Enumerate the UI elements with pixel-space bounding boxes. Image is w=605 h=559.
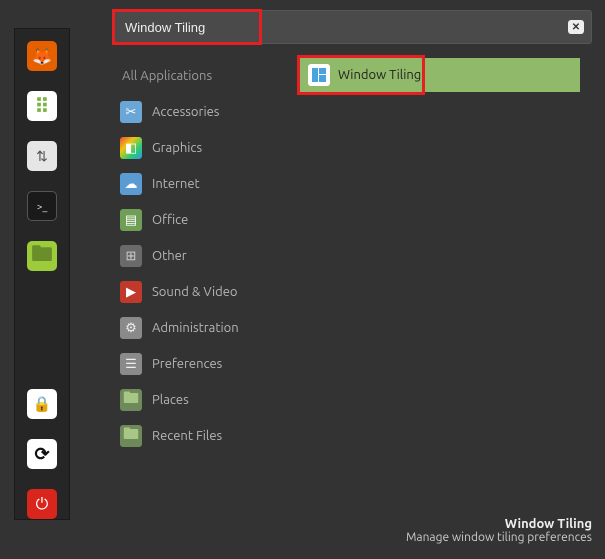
application-menu: ✕ All Applications ✂ Accessories ◧ Graph… [112,10,604,558]
category-label: Other [152,249,187,263]
power-icon[interactable]: ⏻ [27,489,57,519]
result-label: Window Tiling [338,68,421,82]
result-window-tiling[interactable]: Window Tiling [300,58,580,92]
cloud-icon: ☁ [120,173,142,195]
category-administration[interactable]: ⚙ Administration [112,310,284,346]
category-other[interactable]: ⊞ Other [112,238,284,274]
category-list: All Applications ✂ Accessories ◧ Graphic… [112,58,284,454]
category-label: Sound & Video [152,285,238,299]
category-label: Office [152,213,188,227]
category-label: Graphics [152,141,202,155]
category-graphics[interactable]: ◧ Graphics [112,130,284,166]
category-label: Places [152,393,189,407]
category-label: Recent Files [152,429,222,443]
results-list: Window Tiling [300,58,604,454]
tiling-icon [308,64,330,86]
recent-icon: 🖿 [120,425,142,447]
launcher-sidebar: 🦊 ⠿ ⇅ >_ 🖿 🔒 ⟳ ⏻ [14,28,70,520]
category-internet[interactable]: ☁ Internet [112,166,284,202]
grid-icon: ⊞ [120,245,142,267]
footer-title: Window Tiling [406,517,592,531]
category-accessories[interactable]: ✂ Accessories [112,94,284,130]
footer-description: Manage window tiling preferences [406,531,592,544]
category-label: Accessories [152,105,219,119]
settings-icon[interactable]: ⇅ [27,141,57,171]
admin-icon: ⚙ [120,317,142,339]
terminal-icon[interactable]: >_ [27,191,57,221]
category-recent-files[interactable]: 🖿 Recent Files [112,418,284,454]
category-label: Internet [152,177,200,191]
category-all-applications[interactable]: All Applications [112,58,284,94]
scissors-icon: ✂ [120,101,142,123]
search-input[interactable] [112,10,592,44]
restart-icon[interactable]: ⟳ [27,439,57,469]
category-office[interactable]: ▤ Office [112,202,284,238]
category-sound-video[interactable]: ▶ Sound & Video [112,274,284,310]
firefox-icon[interactable]: 🦊 [27,41,57,71]
lock-icon[interactable]: 🔒 [27,389,57,419]
clear-search-icon[interactable]: ✕ [568,20,584,34]
office-icon: ▤ [120,209,142,231]
category-preferences[interactable]: ☰ Preferences [112,346,284,382]
search-row: ✕ [112,10,592,44]
category-label: Administration [152,321,239,335]
category-label: Preferences [152,357,222,371]
footer-tooltip: Window Tiling Manage window tiling prefe… [406,517,592,544]
prefs-icon: ☰ [120,353,142,375]
category-places[interactable]: 🖿 Places [112,382,284,418]
files-icon[interactable]: 🖿 [27,241,57,271]
play-icon: ▶ [120,281,142,303]
category-label: All Applications [122,69,212,83]
graphics-icon: ◧ [120,137,142,159]
apps-icon[interactable]: ⠿ [27,91,57,121]
folder-icon: 🖿 [120,389,142,411]
